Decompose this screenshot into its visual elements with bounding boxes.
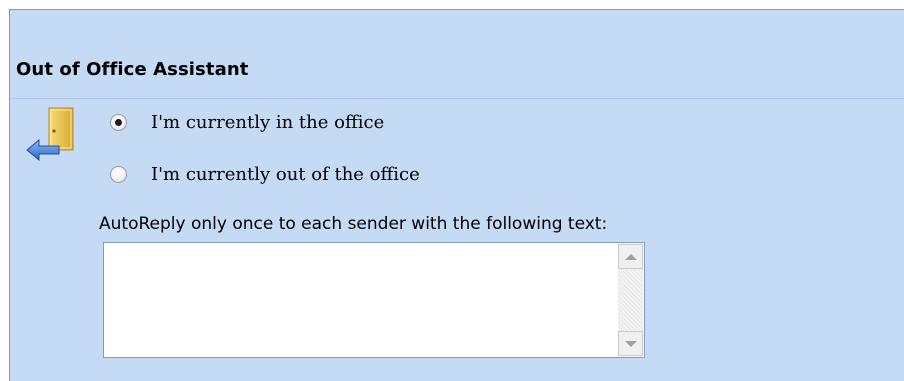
arrow-down-icon [624,340,637,347]
radio-out-of-office[interactable] [110,166,127,183]
vertical-scrollbar[interactable] [618,244,643,356]
radio-in-office[interactable] [110,114,127,131]
option-in-office[interactable]: I'm currently in the office [110,112,384,133]
section-header: Out of Office Assistant [10,10,904,99]
out-of-office-door-icon [26,107,74,162]
section-title: Out of Office Assistant [16,59,249,80]
option-out-of-office-label: I'm currently out of the office [151,164,420,185]
autoreply-label: AutoReply only once to each sender with … [99,214,608,234]
scroll-up-button[interactable] [618,244,643,269]
option-in-office-label: I'm currently in the office [151,112,385,133]
scroll-down-button[interactable] [618,331,643,356]
out-of-office-panel: Out of Office Assistant I'm currently in… [9,9,904,381]
arrow-up-icon [624,253,637,260]
option-out-of-office[interactable]: I'm currently out of the office [110,164,420,185]
autoreply-textbox[interactable] [103,242,645,358]
